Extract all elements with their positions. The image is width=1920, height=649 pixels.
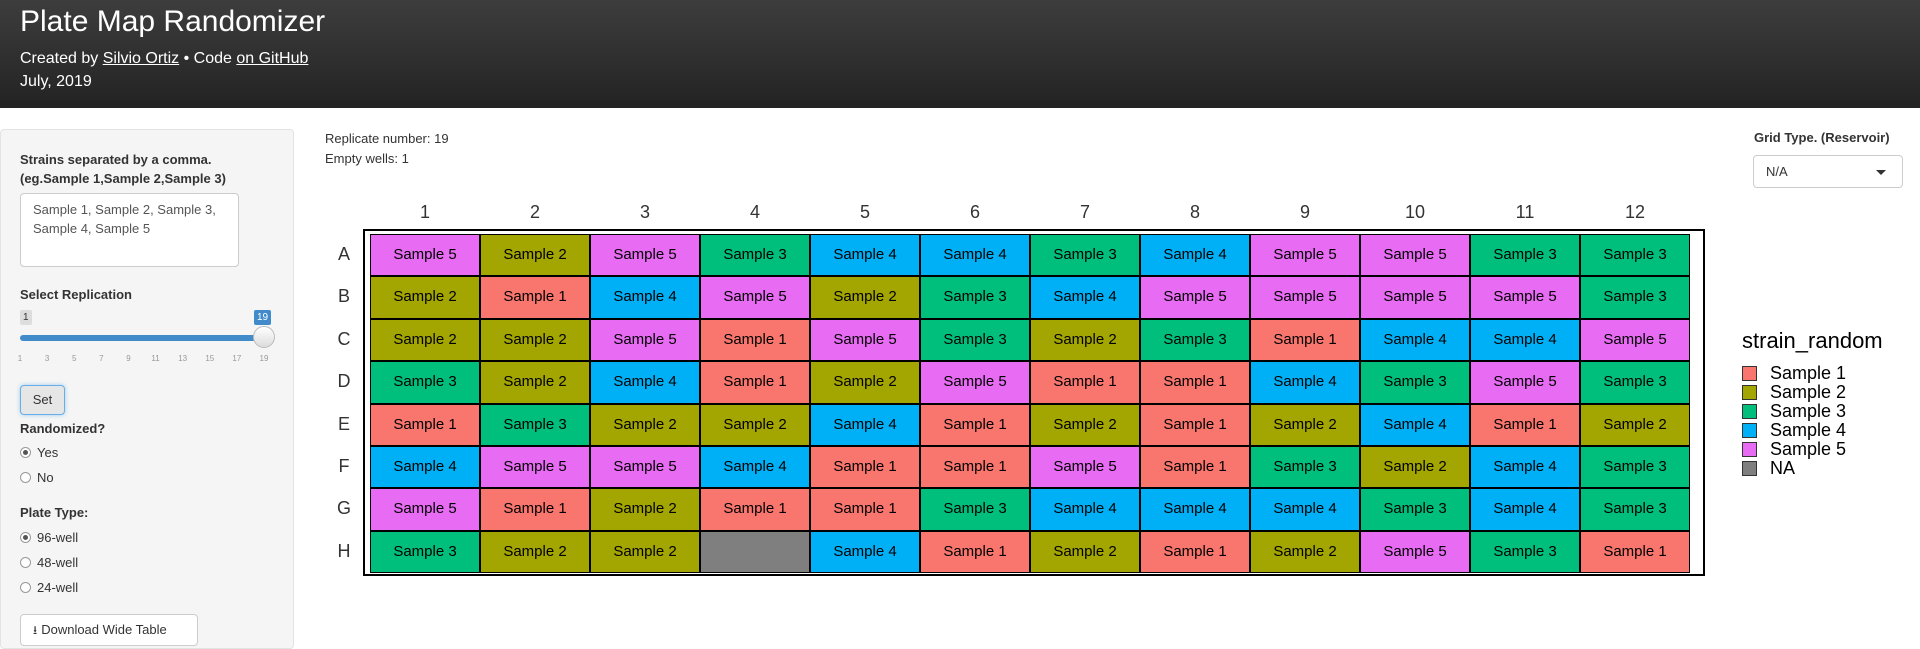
- replication-slider-fill: [20, 335, 264, 341]
- plate-border: [363, 229, 1705, 576]
- plate-96-label: 96-well: [37, 530, 79, 545]
- plate-48-label: 48-well: [37, 555, 79, 570]
- plate-type-label: Plate Type:: [20, 505, 89, 520]
- row-label: E: [337, 413, 350, 434]
- slider-tick-label: 3: [44, 354, 50, 363]
- radio-selected-icon[interactable]: [20, 532, 31, 543]
- empty-wells-text: Empty wells: 1: [325, 151, 409, 166]
- column-label: 5: [859, 202, 870, 222]
- download-wide-table-button[interactable]: ⭳ Download Wide Table: [20, 614, 198, 646]
- legend-swatch: [1742, 385, 1757, 400]
- slider-tick-label: 5: [71, 354, 77, 363]
- download-label: Download Wide Table: [41, 622, 167, 637]
- chevron-down-icon: [1876, 170, 1886, 175]
- replication-slider-handle[interactable]: [253, 326, 275, 348]
- column-label: 7: [1079, 202, 1090, 222]
- radio-selected-icon[interactable]: [20, 447, 31, 458]
- column-label: 10: [1404, 202, 1426, 222]
- replicate-number-text: Replicate number: 19: [325, 131, 449, 146]
- page-title: Plate Map Randomizer: [20, 5, 326, 38]
- radio-empty-icon[interactable]: [20, 472, 31, 483]
- legend-label: Sample 3: [1770, 401, 1847, 421]
- column-label: 11: [1515, 202, 1535, 222]
- plate-24-label: 24-well: [37, 580, 79, 595]
- strains-label-line1: Strains separated by a comma.: [20, 152, 212, 167]
- slider-tick-label: 13: [178, 354, 188, 363]
- credits-line: Created by Silvio Ortiz • Code on GitHub: [20, 49, 308, 69]
- column-label: 8: [1189, 202, 1200, 222]
- column-label: 12: [1624, 202, 1646, 222]
- slider-tick-label: 19: [259, 354, 269, 363]
- app-header: Plate Map Randomizer Created by Silvio O…: [0, 0, 1920, 108]
- row-label: D: [337, 371, 351, 392]
- randomized-no-label: No: [37, 470, 54, 485]
- set-button[interactable]: Set: [20, 385, 65, 415]
- slider-tick-label: 15: [205, 354, 215, 363]
- legend-title: strain_random: [1742, 328, 1883, 353]
- slider-value-label: 19: [254, 310, 272, 325]
- column-label: 2: [529, 202, 540, 222]
- column-label: 3: [639, 202, 650, 222]
- slider-min-label: 1: [20, 310, 32, 325]
- github-link[interactable]: on GitHub: [236, 50, 308, 67]
- grid-type-value: N/A: [1766, 164, 1788, 179]
- row-label: C: [337, 328, 351, 349]
- row-label: F: [338, 456, 350, 476]
- download-icon: ⭳: [33, 623, 38, 637]
- radio-empty-icon[interactable]: [20, 557, 31, 568]
- randomized-no-option[interactable]: No: [20, 470, 54, 486]
- grid-type-label: Grid Type. (Reservoir): [1754, 130, 1890, 145]
- slider-tick-label: 7: [99, 354, 104, 363]
- randomized-yes-option[interactable]: Yes: [20, 445, 58, 461]
- row-label: H: [337, 540, 351, 561]
- grid-type-select[interactable]: N/A: [1753, 155, 1903, 188]
- replication-label: Select Replication: [20, 287, 132, 302]
- row-label: A: [337, 244, 350, 264]
- radio-empty-icon[interactable]: [20, 582, 31, 593]
- slider-tick-label: 11: [151, 354, 160, 363]
- created-by-text: Created by: [20, 50, 103, 67]
- legend-label: Sample 2: [1770, 382, 1847, 402]
- column-label: 9: [1299, 202, 1310, 222]
- strains-label-line2: (eg.Sample 1,Sample 2,Sample 3): [20, 171, 226, 186]
- legend-swatch: [1742, 442, 1757, 457]
- slider-tick-label: 17: [232, 354, 242, 363]
- plate-48-option[interactable]: 48-well: [20, 555, 78, 571]
- randomized-label: Randomized?: [20, 421, 106, 436]
- legend-swatch: [1742, 404, 1757, 419]
- legend-swatch: [1742, 461, 1757, 476]
- slider-tick-label: 9: [126, 354, 131, 363]
- author-link[interactable]: Silvio Ortiz: [103, 50, 179, 67]
- plate-24-option[interactable]: 24-well: [20, 580, 78, 596]
- randomized-yes-label: Yes: [37, 445, 59, 460]
- code-separator: • Code: [179, 50, 237, 67]
- legend-label: NA: [1770, 458, 1796, 478]
- date-text: July, 2019: [20, 73, 92, 90]
- slider-tick-label: 1: [17, 354, 23, 363]
- legend-label: Sample 1: [1770, 363, 1847, 383]
- row-label: G: [336, 498, 351, 519]
- legend-swatch: [1742, 423, 1757, 438]
- legend-swatch: [1742, 366, 1757, 381]
- legend-label: Sample 5: [1770, 439, 1847, 459]
- row-label: B: [337, 286, 350, 307]
- column-label: 6: [969, 202, 980, 222]
- plate-96-option[interactable]: 96-well: [20, 530, 78, 546]
- column-label: 1: [419, 202, 430, 222]
- legend-label: Sample 4: [1770, 420, 1847, 440]
- column-label: 4: [749, 202, 760, 222]
- strains-input[interactable]: Sample 1, Sample 2, Sample 3, Sample 4, …: [20, 193, 239, 267]
